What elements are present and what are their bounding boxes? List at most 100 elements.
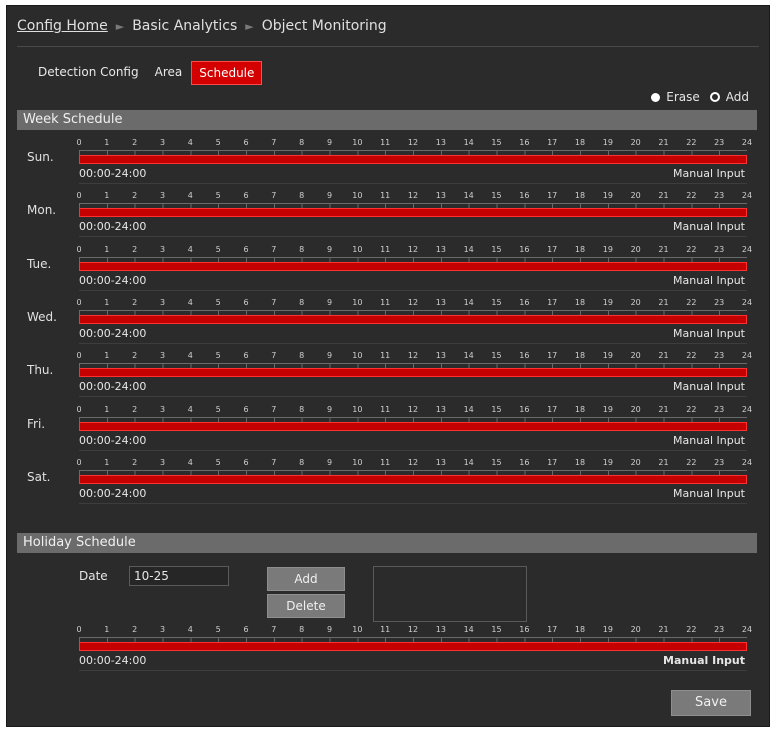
hour-tick-label: 12 <box>407 191 419 201</box>
tab-area[interactable]: Area <box>148 61 190 85</box>
hour-tick-label: 16 <box>519 351 530 361</box>
manual-input-link[interactable]: Manual Input <box>673 220 745 233</box>
breadcrumb-object-monitoring: Object Monitoring <box>261 18 387 34</box>
hour-tick-label: 9 <box>326 351 333 361</box>
row-divider <box>79 183 747 184</box>
day-row: Sun. 0 1 2 3 4 5 6 7 8 9 10 11 12 13 14 15 16 17 18 19 20 21 22… <box>17 138 759 192</box>
schedule-bar[interactable] <box>79 155 747 164</box>
hour-tick-label: 7 <box>271 457 277 467</box>
manual-input-link[interactable]: Manual Input <box>673 380 745 393</box>
hour-tick-label: 20 <box>630 191 641 201</box>
hour-tick-label: 4 <box>187 138 193 147</box>
schedule-bar[interactable] <box>79 368 747 378</box>
manual-input-link[interactable]: Manual Input <box>673 434 745 447</box>
hour-tick-label: 20 <box>630 244 641 254</box>
holiday-manual-input-link[interactable]: Manual Input <box>663 654 745 667</box>
hour-tick-label: 15 <box>491 457 502 467</box>
day-label: Thu. <box>27 363 54 378</box>
breadcrumb-config-home[interactable]: Config Home <box>17 18 108 34</box>
hour-tick-label: 14 <box>463 191 474 201</box>
erase-radio[interactable] <box>651 92 661 102</box>
tab-bar: Detection Config Area Schedule <box>31 61 263 85</box>
hour-tick-label: 18 <box>574 244 586 254</box>
hour-tick-label: 5 <box>215 351 221 361</box>
hour-tick-label: 22 <box>686 297 697 307</box>
schedule-bar[interactable] <box>79 474 747 484</box>
hour-tick-label: 20 <box>630 297 641 307</box>
hour-ticks: 0 1 2 3 4 5 6 7 8 9 10 11 12 13 14 15 16 17 18 19 20 21 22 23 24 <box>76 244 752 257</box>
hour-tick-label: 18 <box>574 138 586 147</box>
schedule-bar[interactable] <box>79 208 747 218</box>
holiday-date-list[interactable] <box>373 566 527 622</box>
hour-tick-label: 0 <box>76 244 82 254</box>
hour-tick-label: 11 <box>380 404 391 414</box>
schedule-bar[interactable] <box>79 421 747 431</box>
hour-tick-label: 7 <box>271 244 277 254</box>
hour-tick-label: 11 <box>380 351 391 361</box>
erase-label: Erase <box>666 90 700 104</box>
day-row: Fri. 0 1 2 3 4 5 6 7 8 9 10 11 12 13 14 15 16 17 18 19 20 21 22… <box>17 405 759 459</box>
row-divider <box>79 342 747 344</box>
hour-tick-label: 3 <box>159 404 166 414</box>
hour-tick-label: 2 <box>132 351 138 361</box>
hour-tick-label: 7 <box>271 138 277 147</box>
save-button[interactable]: Save <box>671 690 751 716</box>
holiday-add-button[interactable]: Add <box>267 567 345 591</box>
manual-input-link[interactable]: Manual Input <box>673 167 745 180</box>
tab-schedule[interactable]: Schedule <box>191 61 263 85</box>
hour-tick-label: 23 <box>714 625 725 634</box>
day-row: Wed. 0 1 2 3 4 5 6 7 8 9 10 11 12 13 14 15 16 17 18 19 20 21 22… <box>17 298 759 352</box>
hour-tick-label: 5 <box>215 297 221 307</box>
hour-tick-label: 9 <box>326 297 333 307</box>
hour-tick-label: 23 <box>714 351 725 361</box>
hour-tick-label: 1 <box>104 191 110 201</box>
hour-tick-label: 14 <box>463 457 474 467</box>
manual-input-link[interactable]: Manual Input <box>673 327 745 340</box>
hour-tick-label: 20 <box>630 138 641 147</box>
week-schedule-header: Week Schedule <box>17 110 757 130</box>
hour-tick-label: 6 <box>243 138 249 147</box>
hour-tick-label: 6 <box>243 297 249 307</box>
hour-tick-label: 8 <box>299 351 305 361</box>
hour-tick-label: 19 <box>602 244 613 254</box>
hour-tick-label: 22 <box>686 625 697 634</box>
date-label: Date <box>79 569 108 583</box>
day-label: Tue. <box>27 256 52 271</box>
schedule-bar[interactable] <box>79 314 747 324</box>
tab-detection-config[interactable]: Detection Config <box>31 61 146 85</box>
holiday-date-input[interactable] <box>129 566 229 586</box>
hour-tick-label: 2 <box>132 244 138 254</box>
schedule-config-panel: Config Home ► Basic Analytics ► Object M… <box>6 5 770 727</box>
row-divider <box>79 236 747 238</box>
hour-tick-label: 11 <box>380 244 391 254</box>
hour-tick-label: 17 <box>547 244 558 254</box>
hour-tick-label: 1 <box>104 138 110 147</box>
holiday-schedule-bar[interactable] <box>79 642 747 651</box>
schedule-bar[interactable] <box>79 261 747 271</box>
hour-tick-label: 21 <box>658 191 669 201</box>
row-divider <box>79 502 747 504</box>
hour-tick-label: 16 <box>519 138 530 147</box>
hour-tick-label: 24 <box>741 138 753 147</box>
hour-tick-label: 11 <box>380 457 391 467</box>
hour-tick-label: 19 <box>602 191 613 201</box>
holiday-schedule-header: Holiday Schedule <box>17 533 757 553</box>
manual-input-link[interactable]: Manual Input <box>673 487 745 500</box>
hour-tick-label: 21 <box>658 297 669 307</box>
time-range: 00:00-24:00 <box>79 326 147 340</box>
hour-tick-label: 13 <box>435 297 446 307</box>
hour-tick-label: 1 <box>104 625 110 634</box>
hour-tick-label: 22 <box>686 191 697 201</box>
breadcrumb: Config Home ► Basic Analytics ► Object M… <box>17 18 387 34</box>
hour-tick-label: 24 <box>741 625 753 634</box>
hour-tick-label: 15 <box>491 351 502 361</box>
hour-tick-label: 17 <box>547 191 558 201</box>
hour-tick-label: 13 <box>435 138 446 147</box>
manual-input-link[interactable]: Manual Input <box>673 274 745 287</box>
time-range: 00:00-24:00 <box>79 273 147 287</box>
add-radio[interactable] <box>709 92 720 102</box>
hour-tick-label: 13 <box>435 457 446 467</box>
hour-tick-label: 3 <box>159 351 166 361</box>
holiday-delete-button[interactable]: Delete <box>267 594 345 618</box>
hour-tick-label: 16 <box>519 404 530 414</box>
